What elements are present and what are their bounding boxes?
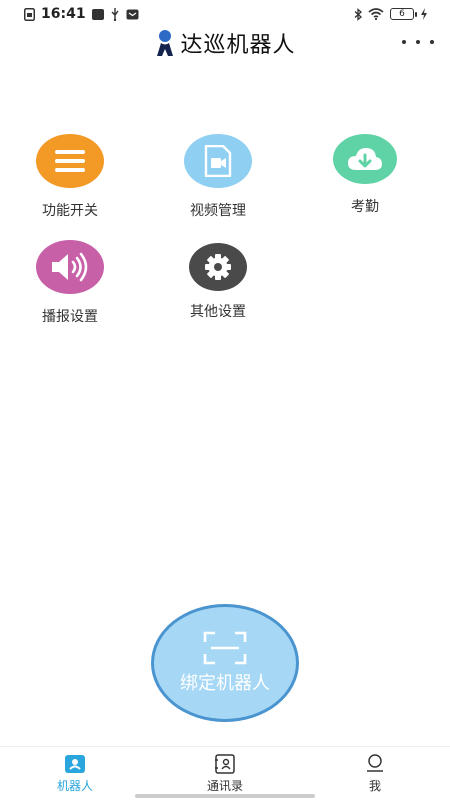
menu-icon-circle xyxy=(189,243,247,291)
bind-robot-button[interactable]: 绑定机器人 xyxy=(151,604,299,722)
bind-robot-label: 绑定机器人 xyxy=(180,673,270,694)
menu-label: 其他设置 xyxy=(190,304,246,320)
nav-label: 通讯录 xyxy=(206,778,243,793)
battery-icon: 6 xyxy=(390,8,417,20)
menu-item-attendance[interactable]: 考勤 xyxy=(305,134,425,234)
robot-logo-icon xyxy=(157,30,174,56)
charging-icon xyxy=(420,8,428,20)
menu-item-video-management[interactable]: 视频管理 xyxy=(158,134,278,234)
menu-label: 播报设置 xyxy=(42,309,98,325)
speaker-icon xyxy=(52,252,88,282)
nav-item-contacts[interactable]: 通讯录 xyxy=(150,747,300,800)
menu-item-broadcast-settings[interactable]: 播报设置 xyxy=(10,240,130,340)
nav-label: 机器人 xyxy=(56,778,93,793)
nav-label: 我 xyxy=(368,778,381,793)
app-badge-icon xyxy=(91,8,104,20)
message-icon xyxy=(126,9,139,20)
menu-icon-circle xyxy=(36,240,104,294)
gear-icon xyxy=(205,254,231,280)
bluetooth-icon xyxy=(354,7,362,21)
menu-item-other-settings[interactable]: 其他设置 xyxy=(158,240,278,340)
user-icon xyxy=(367,753,383,772)
more-dot xyxy=(416,40,420,44)
scan-frame-icon xyxy=(203,631,247,665)
more-dot xyxy=(402,40,406,44)
menu-label: 考勤 xyxy=(351,199,379,215)
cloud-download-icon xyxy=(348,148,382,170)
wifi-icon xyxy=(368,8,384,20)
menu-icon-circle xyxy=(36,134,104,188)
nav-item-me[interactable]: 我 xyxy=(300,747,450,800)
home-indicator xyxy=(135,794,315,798)
menu-lines-icon xyxy=(55,150,85,172)
robot-card-icon xyxy=(65,754,85,773)
menu-icon-circle xyxy=(184,134,252,188)
more-dot xyxy=(430,40,434,44)
app-header: 达巡机器人 xyxy=(0,26,450,60)
contacts-icon xyxy=(215,753,235,774)
bottom-nav: 机器人 通讯录 我 xyxy=(0,746,450,800)
usb-icon xyxy=(110,7,120,21)
menu-icon-circle xyxy=(333,134,397,184)
sim-icon xyxy=(24,7,35,21)
status-bar: 16:41 6 xyxy=(0,0,450,28)
status-time: 16:41 xyxy=(41,6,86,22)
app-title: 达巡机器人 xyxy=(180,33,296,58)
menu-label: 功能开关 xyxy=(42,203,98,219)
status-left: 16:41 xyxy=(24,6,139,22)
nav-item-robot[interactable]: 机器人 xyxy=(0,747,150,800)
battery-level: 6 xyxy=(399,8,405,19)
status-right: 6 xyxy=(354,7,428,21)
more-button[interactable] xyxy=(402,32,434,52)
video-file-icon xyxy=(204,145,232,177)
menu-label: 视频管理 xyxy=(190,203,246,219)
menu-item-function-switch[interactable]: 功能开关 xyxy=(10,134,130,234)
